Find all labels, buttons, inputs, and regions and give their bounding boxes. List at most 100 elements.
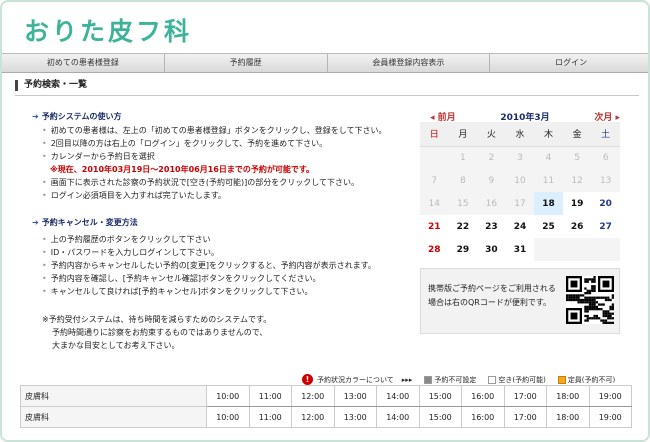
- calendar-empty-cell: [562, 238, 592, 261]
- calendar-empty-cell: [591, 238, 620, 261]
- page-title: 予約検索・一覧: [15, 80, 87, 91]
- calendar-day[interactable]: 22: [448, 215, 478, 238]
- time-slot[interactable]: 19:00: [588, 406, 632, 428]
- usage-item-text: 画面下に表示された診察の予約状況で[空き(予約可能)]の部分をクリックして下さい…: [50, 178, 359, 187]
- bullet: •: [42, 287, 47, 296]
- calendar-day[interactable]: 26: [562, 215, 592, 238]
- notice: ※予約受付システムは、待ち時間を減らすためのシステムです。 予約時間通りに診察を…: [42, 313, 271, 352]
- calendar-day[interactable]: 31: [505, 238, 535, 261]
- calendar-day: 15: [448, 192, 478, 215]
- calendar-day: 14: [420, 192, 449, 215]
- time-slot[interactable]: 18:00: [546, 406, 590, 428]
- usage-item-text: 初めての患者様は、左上の「初めての患者様登録」ボタンをクリックし、登録をして下さ…: [50, 126, 387, 135]
- calendar-day: 8: [448, 169, 478, 192]
- calendar-day: 13: [591, 169, 620, 192]
- legend-title[interactable]: 予約状況カラーについて: [317, 375, 394, 385]
- bullet: •: [42, 178, 47, 187]
- nav-login[interactable]: ログイン: [490, 54, 648, 72]
- calendar-week-row: 28 29 30 31: [420, 238, 620, 261]
- time-slot[interactable]: 11:00: [248, 406, 292, 428]
- slot-row: 皮膚科 10:00 11:00 12:00 13:00 14:00 15:00 16:00 17…: [20, 385, 632, 407]
- time-slot[interactable]: 19:00: [588, 385, 632, 407]
- status-legend: ! 予約状況カラーについて ▸▸▸ 予約不可設定 空き(予約可能) 定員(予約不…: [302, 374, 615, 385]
- calendar-day: 7: [420, 169, 449, 192]
- calendar-day[interactable]: 28: [420, 238, 449, 261]
- calendar-day: 1: [448, 146, 478, 169]
- cancel-item: • 上の予約履歴のボタンをクリックして下さい: [42, 233, 376, 246]
- calendar-day[interactable]: 25: [534, 215, 563, 238]
- calendar-day[interactable]: 18: [534, 192, 563, 215]
- time-slot[interactable]: 16:00: [461, 406, 505, 428]
- cancel-item-text: キャンセルして良ければ[予約キャンセル]ボタンをクリックして下さい。: [50, 287, 313, 296]
- qr-code-icon: [566, 276, 614, 324]
- usage-heading: ➜ 予約システムの使い方: [32, 112, 122, 121]
- time-slot[interactable]: 17:00: [503, 406, 547, 428]
- swatch-gray: [424, 375, 433, 384]
- nav-history[interactable]: 予約履歴: [165, 54, 328, 72]
- calendar-day[interactable]: 19: [562, 192, 592, 215]
- weekday-header: 火: [477, 122, 506, 147]
- time-slot[interactable]: 15:00: [418, 406, 462, 428]
- nav-new-patient[interactable]: 初めての患者様登録: [2, 54, 165, 72]
- qr-description: 携帯版ご予約ページをご利用される 場合は右のQRコードが便利です。: [428, 284, 556, 307]
- cancel-item-text: 上の予約履歴のボタンをクリックして下さい: [50, 235, 211, 244]
- calendar-day[interactable]: 29: [448, 238, 478, 261]
- usage-item: • 初めての患者様は、左上の「初めての患者様登録」ボタンをクリックし、登録をして下…: [42, 124, 386, 137]
- bullet: •: [42, 235, 47, 244]
- reservation-slots-table: 皮膚科 10:00 11:00 12:00 13:00 14:00 15:00 16:00 17…: [20, 385, 632, 428]
- usage-item: ※現在、2010年03月19日～2010年06月16日までの予約が可能です。: [42, 163, 386, 176]
- time-slot[interactable]: 14:00: [376, 385, 420, 407]
- calendar-day[interactable]: 23: [477, 215, 506, 238]
- calendar-day[interactable]: 21: [420, 215, 449, 238]
- legend-full: 定員(予約不可): [557, 375, 615, 385]
- cancel-heading: ➜ 予約キャンセル・変更方法: [32, 218, 138, 227]
- usage-item: • カレンダーから予約日を選択: [42, 150, 386, 163]
- time-slot[interactable]: 16:00: [461, 385, 505, 407]
- usage-list: • 初めての患者様は、左上の「初めての患者様登録」ボタンをクリックし、登録をして下…: [42, 124, 386, 202]
- usage-item-text: ※現在、2010年03月19日～2010年06月16日までの予約が可能です。: [50, 165, 315, 174]
- cancel-item: • 予約内容からキャンセルしたい予約の[変更]をクリックすると、予約内容が表示され…: [42, 259, 376, 272]
- time-slot[interactable]: 11:00: [248, 385, 292, 407]
- bullet: •: [42, 274, 47, 283]
- calendar-day: 10: [505, 169, 535, 192]
- calendar-week-row: 14 15 16 17 18 19 20: [420, 192, 620, 215]
- calendar-day[interactable]: 24: [505, 215, 535, 238]
- cancel-item: • ID・パスワードを入力しログインして下さい。: [42, 246, 376, 259]
- time-slot[interactable]: 12:00: [291, 406, 335, 428]
- time-slot[interactable]: 13:00: [333, 385, 377, 407]
- usage-item: • 2回目以降の方は右上の「ログイン」をクリックして、予約を進めて下さい。: [42, 137, 386, 150]
- alert-icon: !: [302, 374, 313, 385]
- usage-item: • 画面下に表示された診察の予約状況で[空き(予約可能)]の部分をクリックして下さ…: [42, 176, 386, 189]
- weekday-header: 木: [534, 122, 563, 147]
- calendar-week-row: 123456: [420, 146, 620, 169]
- calendar-day: 9: [477, 169, 506, 192]
- calendar-week-row: 21 22 23 24 25 26 27: [420, 215, 620, 238]
- cancel-item: • 予約内容を確認し、[予約キャンセル確認]ボタンをクリックしてください。: [42, 272, 376, 285]
- weekday-header: 月: [448, 122, 478, 147]
- calendar-day: 5: [562, 146, 592, 169]
- page-frame: おりた皮フ科 初めての患者様登録 予約履歴 会員様登録内容表示 ログイン 予約検…: [0, 0, 650, 442]
- cancel-item-text: 予約内容からキャンセルしたい予約の[変更]をクリックすると、予約内容が表示されま…: [50, 261, 376, 270]
- notice-line: ※予約受付システムは、待ち時間を減らすためのシステムです。: [42, 315, 272, 324]
- bullet: •: [42, 126, 47, 135]
- calendar-day[interactable]: 20: [591, 192, 620, 215]
- time-slot[interactable]: 15:00: [418, 385, 462, 407]
- cancel-item-text: ID・パスワードを入力しログインして下さい。: [50, 248, 219, 257]
- time-slot[interactable]: 10:00: [206, 385, 250, 407]
- cancel-item: • キャンセルして良ければ[予約キャンセル]ボタンをクリックして下さい。: [42, 285, 376, 298]
- nav-member-info[interactable]: 会員様登録内容表示: [328, 54, 491, 72]
- time-slot[interactable]: 13:00: [333, 406, 377, 428]
- calendar-day[interactable]: 27: [591, 215, 620, 238]
- time-slot[interactable]: 10:00: [206, 406, 250, 428]
- time-slot[interactable]: 14:00: [376, 406, 420, 428]
- time-slot[interactable]: 18:00: [546, 385, 590, 407]
- calendar-week-row: 7 8 9 10 11 12 13: [420, 169, 620, 192]
- time-slot[interactable]: 12:00: [291, 385, 335, 407]
- calendar-day[interactable]: 30: [477, 238, 506, 261]
- clinic-logo[interactable]: おりた皮フ科: [24, 12, 192, 48]
- calendar-weekday-row: 日月火水木金土: [420, 122, 620, 147]
- calendar-day: 3: [505, 146, 535, 169]
- time-slot[interactable]: 17:00: [503, 385, 547, 407]
- calendar-day: 2: [477, 146, 506, 169]
- usage-item-text: ログイン必須項目を入力すれば完了いたします。: [50, 191, 226, 200]
